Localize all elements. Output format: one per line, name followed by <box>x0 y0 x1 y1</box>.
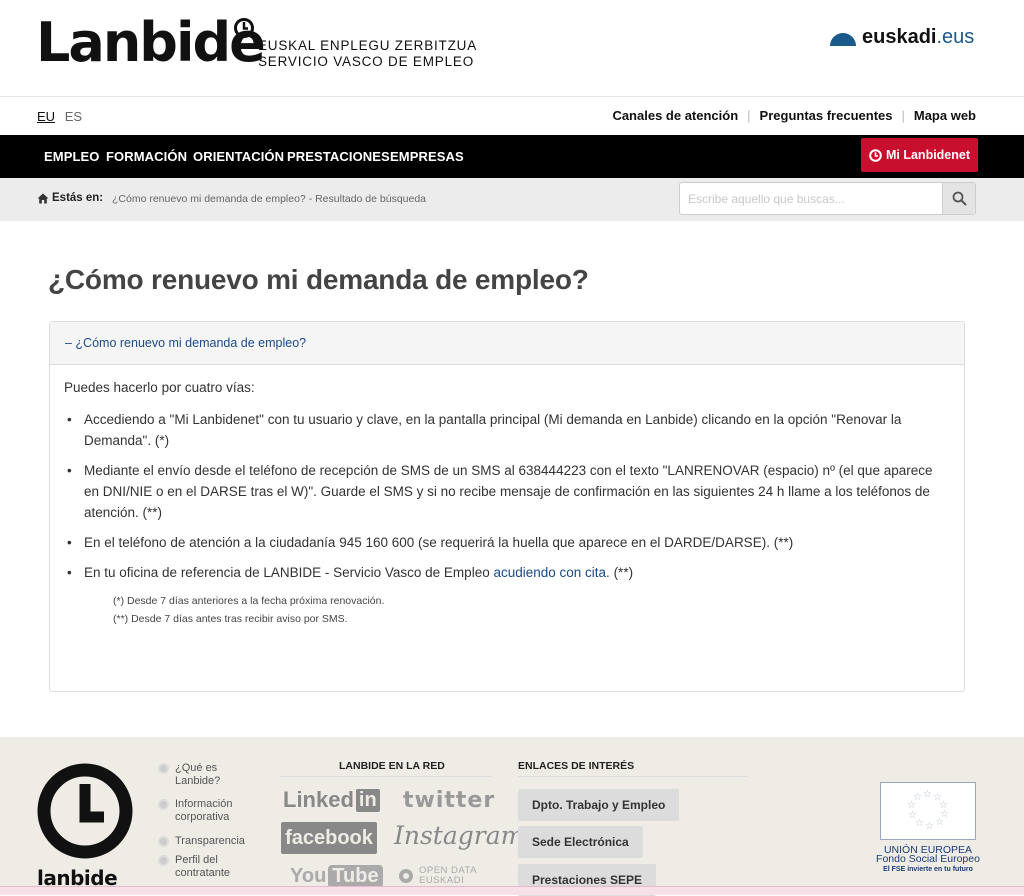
faq-link[interactable]: Preguntas frecuentes <box>760 108 893 123</box>
accordion-toggle[interactable]: – ¿Cómo renuevo mi demanda de empleo? <box>50 322 964 365</box>
facebook-icon[interactable]: facebook <box>281 822 377 854</box>
svg-text:☆: ☆ <box>935 817 944 828</box>
footnote: (**) Desde 7 días antes tras recibir avi… <box>113 613 348 625</box>
eu-flag: ☆ ☆ ☆ ☆ ☆ ☆ ☆ ☆ ☆ ☆ <box>880 782 976 840</box>
top-links: Canales de atención | Preguntas frecuent… <box>612 108 976 123</box>
list-item: • Accediendo a "Mi Lanbidenet" con tu us… <box>64 409 950 451</box>
bullet-circle-icon <box>158 836 169 847</box>
cita-link[interactable]: acudiendo con cita. <box>493 565 609 580</box>
footer-link-label: Información corporativa <box>175 798 233 823</box>
nav-orientacion[interactable]: ORIENTACIÓN <box>193 149 284 164</box>
open-data-line2: EUSKADI <box>419 875 465 886</box>
enlaces-de-interes-title: ENLACES DE INTERÉS <box>518 760 635 772</box>
youtube-tube: Tube <box>328 865 383 888</box>
euskadi-suffix: .eus <box>936 26 975 48</box>
site-header: Lanbide EUSKAL ENPLEGU ZERBITZUA SERVICI… <box>0 0 1024 96</box>
separator: | <box>747 108 751 123</box>
list-item: • Mediante el envío desde el teléfono de… <box>64 460 950 523</box>
faq-panel: – ¿Cómo renuevo mi demanda de empleo? Pu… <box>49 321 965 692</box>
page-title: ¿Cómo renuevo mi demanda de empleo? <box>48 264 589 295</box>
divider <box>518 776 748 777</box>
logo-tagline-eu: EUSKAL ENPLEGU ZERBITZUA <box>258 38 477 53</box>
clock-icon <box>869 148 882 162</box>
accordion-body: Puedes hacerlo por cuatro vías: • Accedi… <box>50 365 964 625</box>
nav-formacion[interactable]: FORMACIÓN <box>106 149 187 164</box>
clock-logo-icon <box>234 18 254 38</box>
bullet: • <box>67 463 72 478</box>
breadcrumb-home: Estás en: <box>37 192 103 204</box>
linkedin-word: Linked <box>283 787 354 812</box>
svg-text:☆: ☆ <box>913 792 922 803</box>
youtube-icon[interactable]: You Tube <box>290 865 383 888</box>
instagram-icon[interactable]: Instagram <box>394 821 524 850</box>
open-data-euskadi-link[interactable]: OPEN DATA EUSKADI <box>398 866 477 886</box>
footnote: (*) Desde 7 días anteriores a la fecha p… <box>113 595 385 607</box>
euskadi-link[interactable]: euskadi.eus <box>828 26 974 49</box>
svg-text:☆: ☆ <box>908 810 917 821</box>
breadcrumb-bar: Estás en: ¿Cómo renuevo mi demanda de em… <box>0 178 1024 221</box>
search-input[interactable] <box>680 183 942 214</box>
youtube-you: You <box>290 865 327 887</box>
search-icon <box>952 191 966 206</box>
sitemap-link[interactable]: Mapa web <box>914 108 976 123</box>
svg-text:☆: ☆ <box>925 821 934 832</box>
bullet-circle-icon <box>158 855 169 866</box>
list-item-text: En el teléfono de atención a la ciudadan… <box>84 535 794 550</box>
main-nav: EMPLEO FORMACIÓN ORIENTACIÓN PRESTACIONE… <box>0 135 1024 178</box>
footer-link-perfil[interactable]: Perfil del contratante <box>158 854 241 880</box>
svg-text:☆: ☆ <box>923 789 932 800</box>
logo-tagline-es: SERVICIO VASCO DE EMPLEO <box>258 54 475 69</box>
utility-bar: EU ES Canales de atención | Preguntas fr… <box>0 96 1024 134</box>
search-button[interactable] <box>942 183 975 214</box>
list-item-text: En tu oficina de referencia de LANBIDE -… <box>84 565 494 580</box>
eu-stars-icon: ☆ ☆ ☆ ☆ ☆ ☆ ☆ ☆ ☆ ☆ <box>907 789 949 832</box>
lanbide-en-la-red-title: LANBIDE EN LA RED <box>339 760 445 772</box>
bullet: • <box>67 535 72 550</box>
search-box <box>679 182 976 215</box>
footer-link-label: ¿Qué es Lanbide? <box>175 762 221 787</box>
footer-link-label: Perfil del contratante <box>175 854 231 879</box>
divider <box>280 776 492 777</box>
list-item-text: Mediante el envío desde el teléfono de r… <box>84 463 933 520</box>
footer-link-label: Transparencia <box>175 835 245 847</box>
lang-es[interactable]: ES <box>65 109 82 124</box>
canales-link[interactable]: Canales de atención <box>612 108 738 123</box>
euskadi-arc-icon <box>830 32 856 46</box>
fse-tagline: El FSE invierte en tu futuro <box>883 866 973 873</box>
nav-empresas[interactable]: EMPRESAS <box>390 149 464 164</box>
linkedin-in: in <box>355 788 380 812</box>
twitter-icon[interactable]: twitter <box>403 788 495 813</box>
bullet: • <box>67 565 72 580</box>
euskadi-name: euskadi <box>862 26 937 48</box>
intro-text: Puedes hacerlo por cuatro vías: <box>64 380 255 395</box>
list-item: • En el teléfono de atención a la ciudad… <box>64 532 950 553</box>
linkedin-icon[interactable]: Linked in <box>283 787 380 813</box>
mi-lanbidenet-label: Mi Lanbidenet <box>885 148 971 162</box>
list-item-suffix: (**) <box>609 565 634 580</box>
open-data-icon <box>399 869 413 883</box>
footer-clock-logo-icon[interactable] <box>36 762 134 860</box>
home-icon <box>37 193 49 203</box>
nav-empleo[interactable]: EMPLEO <box>44 149 100 164</box>
dpto-trabajo-button[interactable]: Dpto. Trabajo y Empleo <box>518 789 680 821</box>
language-switcher: EU ES <box>37 109 88 124</box>
bullet-circle-icon <box>158 799 169 810</box>
bullet: • <box>67 412 72 427</box>
footer-link-que-es[interactable]: ¿Qué es Lanbide? <box>158 762 245 788</box>
mi-lanbidenet-button[interactable]: Mi Lanbidenet <box>861 138 978 172</box>
list-item: • En tu oficina de referencia de LANBIDE… <box>64 562 950 583</box>
footer-link-informacion[interactable]: Información corporativa <box>158 798 245 824</box>
footer-link-transparencia[interactable]: Transparencia <box>158 835 245 848</box>
separator: | <box>901 108 905 123</box>
sede-electronica-button[interactable]: Sede Electrónica <box>518 826 643 858</box>
lanbide-logo[interactable]: Lanbide <box>36 8 266 78</box>
list-item-text: Accediendo a "Mi Lanbidenet" con tu usua… <box>84 412 902 448</box>
nav-prestaciones[interactable]: PRESTACIONES <box>287 149 390 164</box>
fse-label: Fondo Social Europeo <box>876 853 980 865</box>
breadcrumb-path: ¿Cómo renuevo mi demanda de empleo? - Re… <box>112 193 427 205</box>
lang-eu[interactable]: EU <box>37 109 55 124</box>
bullet-circle-icon <box>158 763 169 774</box>
bottom-strip <box>0 886 1024 895</box>
breadcrumb-label: Estás en: <box>52 192 104 204</box>
